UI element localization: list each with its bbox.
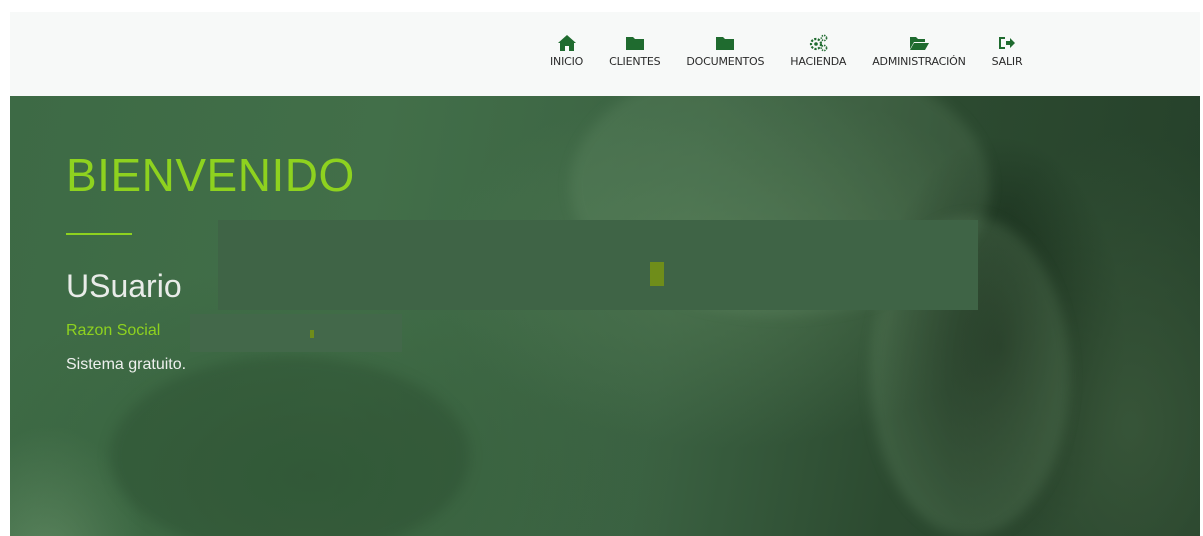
nav-menu: INICIO CLIENTES DOCUMENTOS HACIENDA ADMI…: [550, 34, 1023, 68]
nav-label-administracion: ADMINISTRACIÓN: [872, 55, 966, 68]
nav-label-inicio: INICIO: [550, 55, 584, 68]
redacted-user-name: [218, 220, 978, 310]
title-divider: [66, 233, 132, 235]
nav-item-hacienda[interactable]: HACIENDA: [790, 34, 846, 68]
folder-open-icon: [909, 34, 929, 52]
nav-label-salir: SALIR: [991, 55, 1023, 68]
redacted-razon-social: [190, 314, 402, 352]
folder-icon: [715, 34, 735, 52]
background-leaf: [110, 356, 470, 536]
nav-label-documentos: DOCUMENTOS: [686, 55, 765, 68]
nav-item-documentos[interactable]: DOCUMENTOS: [686, 34, 764, 68]
sign-out-icon: [997, 34, 1017, 52]
system-description: Sistema gratuito.: [66, 356, 187, 373]
redaction-artifact: [650, 262, 664, 286]
welcome-title: BIENVENIDO: [66, 149, 355, 201]
folder-icon: [625, 34, 645, 52]
redaction-artifact: [310, 330, 314, 338]
gears-icon: [808, 34, 828, 52]
nav-item-salir[interactable]: SALIR: [992, 34, 1023, 68]
nav-item-administracion[interactable]: ADMINISTRACIÓN: [872, 34, 966, 68]
page: INICIO CLIENTES DOCUMENTOS HACIENDA ADMI…: [0, 0, 1203, 536]
nav-item-inicio[interactable]: INICIO: [550, 34, 583, 68]
user-label: USuario: [66, 268, 182, 304]
top-navbar: INICIO CLIENTES DOCUMENTOS HACIENDA ADMI…: [10, 12, 1200, 96]
razon-social-label: Razon Social: [66, 322, 161, 339]
nav-label-hacienda: HACIENDA: [790, 55, 847, 68]
nav-label-clientes: CLIENTES: [609, 55, 661, 68]
home-icon: [557, 34, 577, 52]
nav-item-clientes[interactable]: CLIENTES: [609, 34, 661, 68]
hero-banner: BIENVENIDO USuario Razon Social Sistema …: [10, 96, 1200, 536]
